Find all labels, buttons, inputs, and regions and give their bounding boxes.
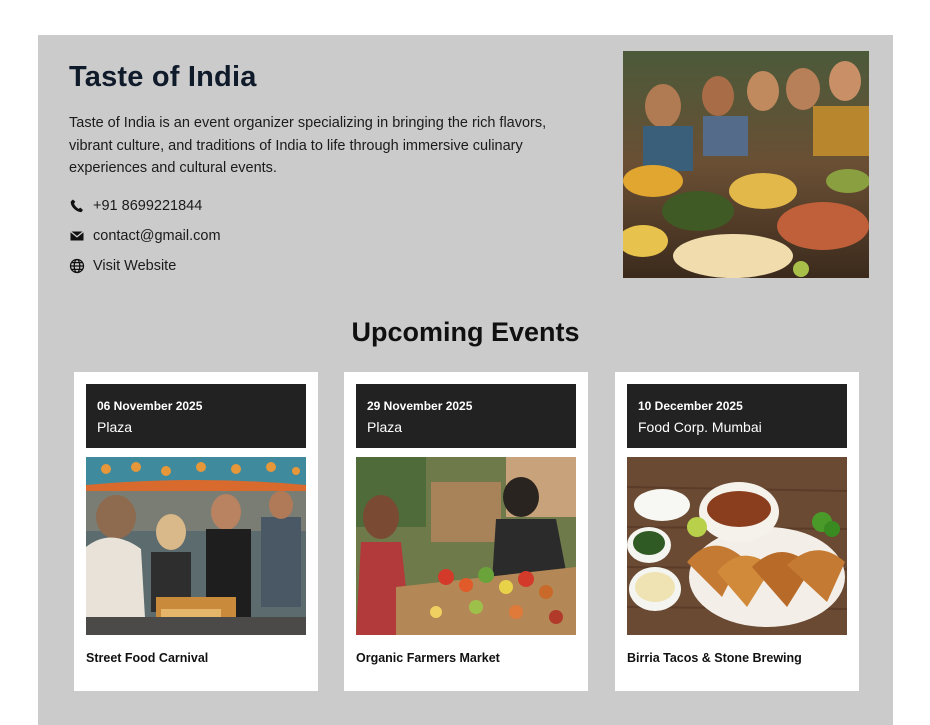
event-date: 29 November 2025 [367,399,473,413]
event-name: Street Food Carnival [86,651,209,665]
email-address: contact@gmail.com [93,228,221,244]
website-link[interactable]: Visit Website [69,256,176,276]
phone-number: +91 8699221844 [93,198,203,214]
event-venue: Plaza [367,419,403,435]
event-name: Birria Tacos & Stone Brewing [627,651,802,665]
website-label: Visit Website [93,258,177,274]
email-contact[interactable]: contact@gmail.com [69,226,221,246]
organizer-title: Taste of India [69,61,257,93]
event-card-header: 10 December 2025 Food Corp. Mumbai [627,384,847,448]
organizer-panel: Taste of India Taste of India is an even… [38,35,893,725]
event-card-header: 29 November 2025 Plaza [356,384,576,448]
event-image [627,457,847,635]
event-card[interactable]: 06 November 2025 Plaza Street Food Carni… [74,372,318,691]
event-card[interactable]: 29 November 2025 Plaza Organic Farmers M… [344,372,588,691]
phone-icon [69,198,85,214]
event-card[interactable]: 10 December 2025 Food Corp. Mumbai Birri… [615,372,859,691]
event-card-header: 06 November 2025 Plaza [86,384,306,448]
event-date: 06 November 2025 [97,399,203,413]
mail-icon [69,228,85,244]
events-section-title: Upcoming Events [351,317,580,347]
phone-contact[interactable]: +91 8699221844 [69,196,202,216]
event-image [86,457,306,635]
event-date: 10 December 2025 [638,399,743,413]
event-venue: Plaza [97,419,133,435]
event-image [356,457,576,635]
organizer-hero-image [623,51,869,278]
event-venue: Food Corp. Mumbai [638,419,762,435]
globe-icon [69,258,85,274]
organizer-description: Taste of India is an event organizer spe… [69,115,547,176]
event-name: Organic Farmers Market [356,651,500,665]
